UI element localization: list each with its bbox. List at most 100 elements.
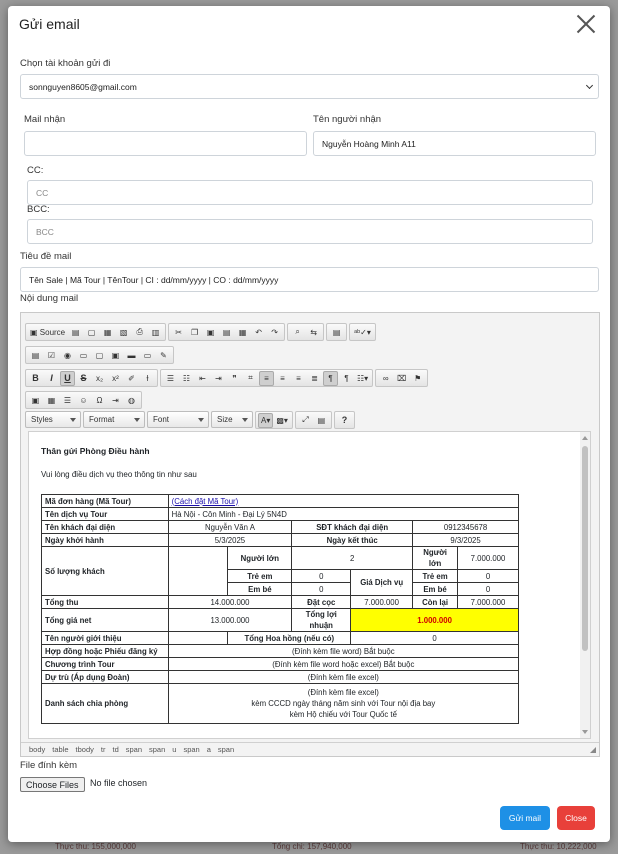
- bold-button[interactable]: B: [28, 371, 43, 386]
- ltr-icon[interactable]: ¶: [323, 370, 338, 386]
- scroll-up-icon[interactable]: [582, 436, 588, 440]
- strikethrough-button[interactable]: S: [76, 371, 91, 386]
- document-icon[interactable]: ▥: [148, 325, 163, 340]
- blockquote-icon[interactable]: ❞: [227, 371, 242, 386]
- editor-scrollbar[interactable]: [580, 432, 590, 738]
- cc-field[interactable]: CC: [27, 180, 593, 205]
- greeting-text: Thân gửi Phòng Điều hành: [41, 446, 150, 456]
- textarea-icon[interactable]: ▢: [92, 348, 107, 363]
- save-icon[interactable]: ▤: [68, 325, 83, 340]
- align-justify-icon[interactable]: ≣: [307, 371, 322, 386]
- send-mail-button[interactable]: Gửi mail: [500, 806, 550, 830]
- maximize-icon[interactable]: ⤢: [298, 413, 313, 428]
- preview-icon[interactable]: ▧: [116, 325, 131, 340]
- numbered-list-icon[interactable]: ☰: [163, 371, 178, 386]
- iframe-icon[interactable]: ◍: [124, 393, 139, 408]
- button-field-icon[interactable]: ▬: [124, 348, 139, 363]
- hidden-field-icon[interactable]: ✎: [156, 348, 171, 363]
- language-icon[interactable]: ☷▾: [355, 371, 370, 386]
- anchor-flag-icon[interactable]: ⚑: [410, 371, 425, 386]
- help-button[interactable]: ?: [337, 413, 352, 428]
- table-cell: Giá Dịch vụ: [350, 569, 414, 596]
- link-icon[interactable]: ∞: [378, 371, 393, 386]
- checkbox-icon[interactable]: ☑: [44, 348, 59, 363]
- paste-text-icon[interactable]: ▤: [219, 325, 234, 340]
- styles-combo[interactable]: Styles: [25, 411, 81, 428]
- image-icon[interactable]: ▣: [28, 393, 43, 408]
- path-item[interactable]: tbody: [76, 745, 94, 754]
- bcc-field[interactable]: BCC: [27, 219, 593, 244]
- new-page-icon[interactable]: ▢: [84, 325, 99, 340]
- format-combo[interactable]: Format: [83, 411, 145, 428]
- align-right-icon[interactable]: ≡: [291, 371, 306, 386]
- path-item[interactable]: span: [126, 745, 142, 754]
- size-combo[interactable]: Size: [211, 411, 253, 428]
- page-break-icon[interactable]: ⇥: [108, 393, 123, 408]
- path-item[interactable]: a: [207, 745, 211, 754]
- path-item[interactable]: body: [29, 745, 45, 754]
- path-item[interactable]: tr: [101, 745, 106, 754]
- close-icon[interactable]: [574, 12, 598, 36]
- templates-icon[interactable]: ▦: [100, 325, 115, 340]
- special-char-icon[interactable]: Ω: [92, 393, 107, 408]
- path-item[interactable]: span: [183, 745, 199, 754]
- to-email-field[interactable]: [24, 131, 307, 156]
- italic-button[interactable]: I: [44, 371, 59, 386]
- path-item[interactable]: span: [149, 745, 165, 754]
- image-button-icon[interactable]: ▭: [140, 348, 155, 363]
- table-icon[interactable]: ▦: [44, 393, 59, 408]
- font-combo[interactable]: Font: [147, 411, 209, 428]
- select-all-icon[interactable]: ▤: [329, 325, 344, 340]
- find-icon[interactable]: ⌕: [290, 325, 305, 340]
- subject-field[interactable]: Tên Sale | Mã Tour | TênTour | CI : dd/m…: [20, 267, 599, 292]
- editor-content-area[interactable]: Thân gửi Phòng Điều hành Vui lòng điều d…: [28, 431, 591, 739]
- choose-files-button[interactable]: Choose Files: [20, 777, 85, 792]
- scrollbar-thumb[interactable]: [582, 446, 588, 651]
- paste-word-icon[interactable]: ▦: [235, 325, 250, 340]
- path-item[interactable]: td: [112, 745, 118, 754]
- textfield-icon[interactable]: ▭: [76, 348, 91, 363]
- bulleted-list-icon[interactable]: ☷: [179, 371, 194, 386]
- print-icon[interactable]: ⎙: [132, 325, 147, 340]
- rich-text-editor: ▣ Source ▤ ▢ ▦ ▧ ⎙ ▥ ✂ ❐ ▣ ▤ ▦ ↶ ↷ ⌕ ⇆ ▤…: [20, 312, 600, 757]
- rtl-icon[interactable]: ¶: [339, 371, 354, 386]
- smiley-icon[interactable]: ☺: [76, 393, 91, 408]
- align-center-icon[interactable]: ≡: [275, 371, 290, 386]
- subscript-button[interactable]: x₂: [92, 371, 107, 386]
- path-item[interactable]: u: [172, 745, 176, 754]
- scroll-down-icon[interactable]: [582, 730, 588, 734]
- horizontal-line-icon[interactable]: ☰: [60, 393, 75, 408]
- table-cell: 0: [291, 569, 352, 583]
- unlink-icon[interactable]: ⌧: [394, 371, 409, 386]
- order-code-link[interactable]: (Cách đặt Mã Tour): [172, 497, 239, 506]
- background-color-icon[interactable]: ▩▾: [274, 413, 290, 428]
- format-combo-label: Format: [89, 415, 115, 424]
- text-color-icon[interactable]: A▾: [258, 412, 274, 428]
- underline-button[interactable]: U: [60, 370, 75, 386]
- align-left-icon[interactable]: ≡: [259, 370, 274, 386]
- indent-icon[interactable]: ⇥: [211, 371, 226, 386]
- recipient-name-field[interactable]: Nguyễn Hoàng Minh A11: [313, 131, 596, 156]
- account-select[interactable]: sonnguyen8605@gmail.com: [20, 74, 599, 99]
- outdent-icon[interactable]: ⇤: [195, 371, 210, 386]
- form-icon[interactable]: ▤: [28, 348, 43, 363]
- source-button[interactable]: ▣ Source: [28, 325, 67, 340]
- path-item[interactable]: table: [52, 745, 68, 754]
- close-button[interactable]: Close: [557, 806, 595, 830]
- replace-icon[interactable]: ⇆: [306, 325, 321, 340]
- copy-icon[interactable]: ❐: [187, 325, 202, 340]
- spellcheck-icon[interactable]: ᵃᵇ✓▾: [352, 325, 373, 340]
- radio-icon[interactable]: ◉: [60, 348, 75, 363]
- show-blocks-icon[interactable]: ▤: [314, 413, 329, 428]
- superscript-button[interactable]: x²: [108, 371, 123, 386]
- copy-format-icon[interactable]: ✐: [124, 371, 139, 386]
- path-item[interactable]: span: [218, 745, 234, 754]
- div-container-icon[interactable]: ⌗: [243, 371, 258, 386]
- select-field-icon[interactable]: ▣: [108, 348, 123, 363]
- remove-format-icon[interactable]: Ɨ: [140, 371, 155, 386]
- resize-handle-icon[interactable]: [590, 747, 596, 753]
- paste-icon[interactable]: ▣: [203, 325, 218, 340]
- undo-icon[interactable]: ↶: [251, 325, 266, 340]
- cut-icon[interactable]: ✂: [171, 325, 186, 340]
- redo-icon[interactable]: ↷: [267, 325, 282, 340]
